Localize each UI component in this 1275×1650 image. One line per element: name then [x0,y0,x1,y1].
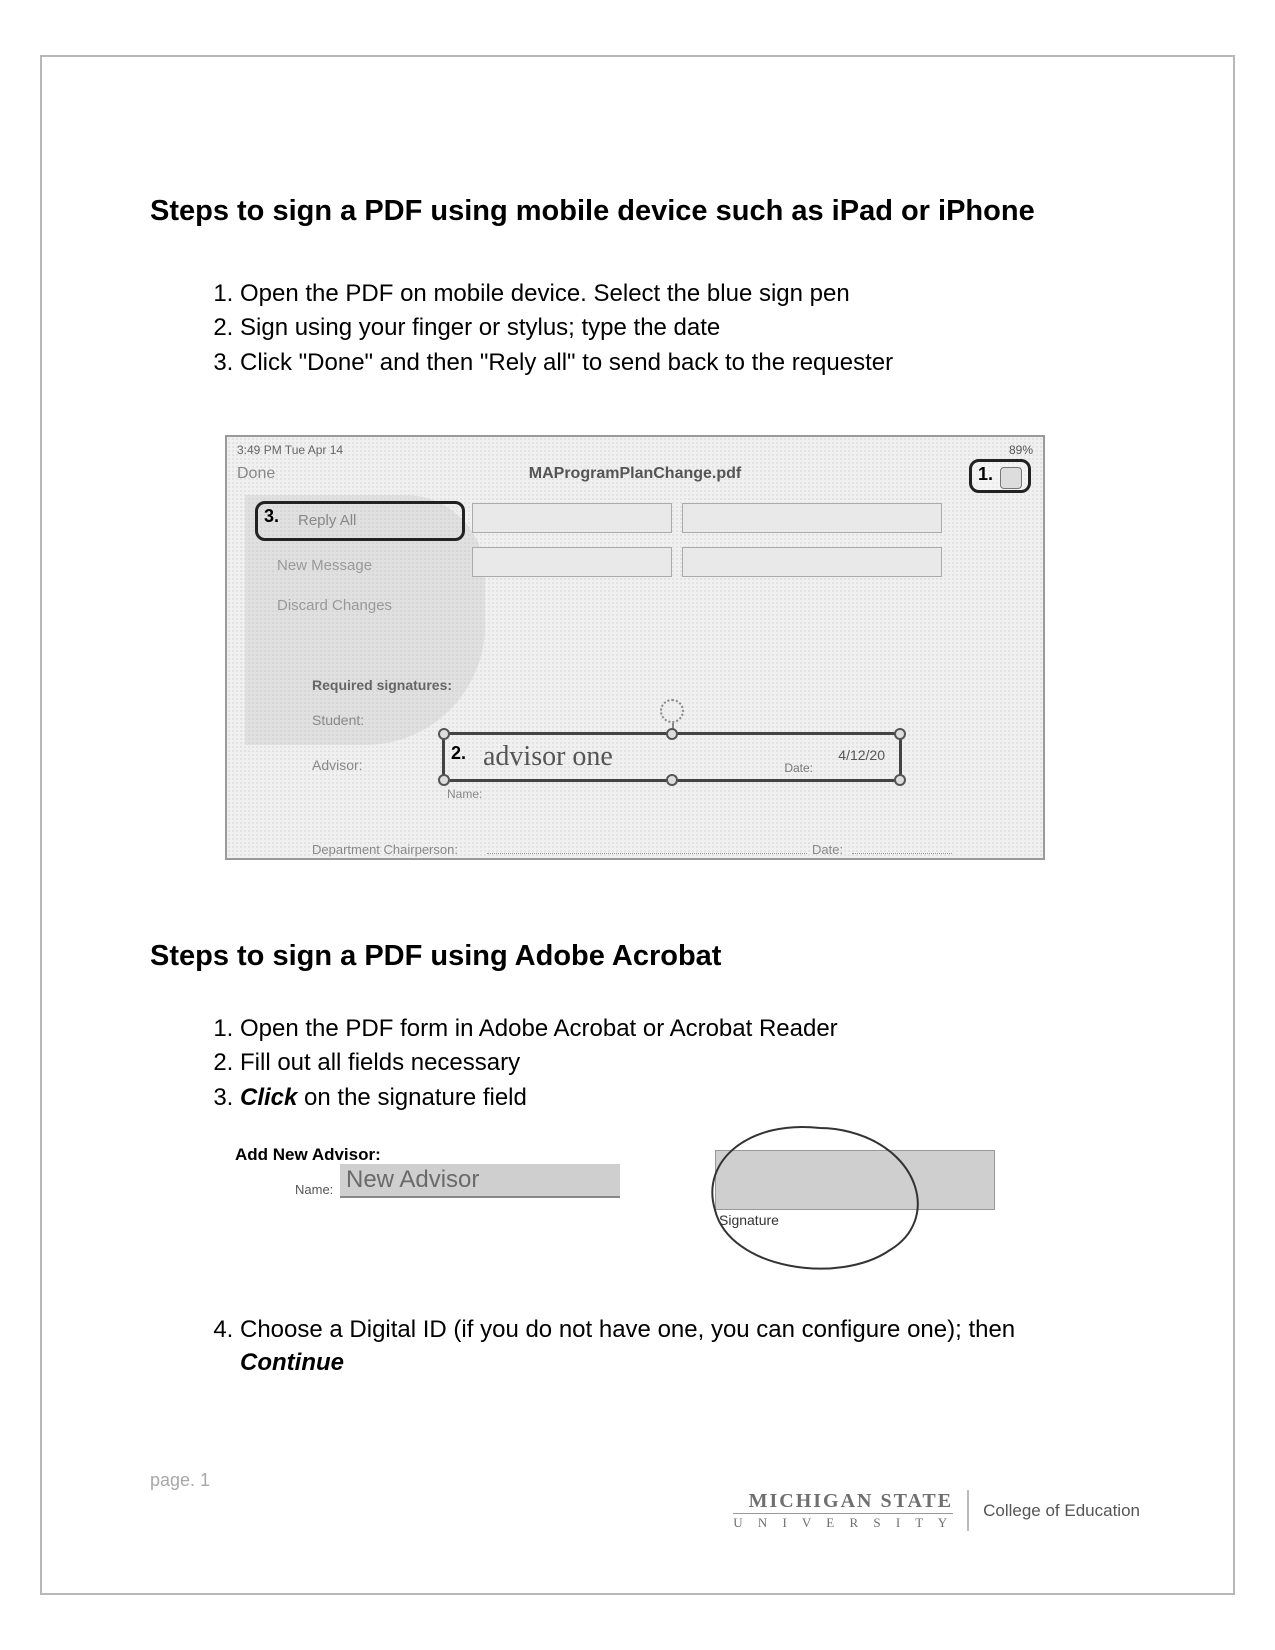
form-field[interactable] [472,547,672,577]
step-2: Sign using your finger or stylus; type t… [240,312,1150,344]
date-value: 4/12/20 [838,747,885,763]
name-label: Name: [447,787,482,801]
heading-acrobat: Steps to sign a PDF using Adobe Acrobat [150,940,1150,973]
discard-changes-button[interactable]: Discard Changes [277,597,392,614]
document-title: MAProgramPlanChange.pdf [227,465,1043,483]
signature-text: advisor one [483,741,613,773]
dept-date-label: Date: [812,842,843,857]
name-label: Name: [295,1182,333,1197]
screenshot-acrobat: Add New Advisor: Name: New Advisor Signa… [235,1120,995,1290]
status-time: 3:49 PM Tue Apr 14 [237,443,343,457]
reply-all-button[interactable]: Reply All [298,512,356,529]
form-field[interactable] [682,547,942,577]
step-a1: Open the PDF form in Adobe Acrobat or Ac… [240,1013,1150,1045]
status-battery: 89% [1009,443,1033,457]
steps-acrobat-cont: Choose a Digital ID (if you do not have … [150,1314,1150,1379]
add-advisor-label: Add New Advisor: [235,1145,381,1165]
form-field[interactable] [682,503,942,533]
college-name: College of Education [983,1501,1140,1521]
date-label: Date: [784,761,813,775]
callout-1: 1. [969,459,1031,493]
screenshot-mobile: 3:49 PM Tue Apr 14 89% Done MAProgramPla… [225,435,1045,860]
new-message-button[interactable]: New Message [277,557,372,574]
section-mobile: Steps to sign a PDF using mobile device … [150,195,1150,381]
brand-block: MICHIGAN STATE U N I V E R S I T Y Colle… [733,1490,1140,1531]
page-footer: page. 1 MICHIGAN STATE U N I V E R S I T… [150,1470,1150,1491]
step-a3: Click on the signature field [240,1082,1150,1114]
steps-acrobat: Open the PDF form in Adobe Acrobat or Ac… [150,1013,1150,1114]
annotation-circle [690,1120,940,1280]
callout-3: 3. Reply All [255,501,465,541]
rotate-handle-icon[interactable] [660,699,684,723]
step-a2: Fill out all fields necessary [240,1047,1150,1079]
name-input[interactable]: New Advisor [340,1164,620,1198]
callout-2: 2. [451,743,466,764]
heading-mobile: Steps to sign a PDF using mobile device … [150,195,1150,228]
step-1: Open the PDF on mobile device. Select th… [240,278,1150,310]
page-number: page. 1 [150,1470,1150,1491]
sign-pen-icon[interactable] [1000,467,1022,489]
signature-field[interactable]: 2. advisor one Date: 4/12/20 [442,732,902,782]
step-3: Click "Done" and then "Rely all" to send… [240,347,1150,379]
steps-mobile: Open the PDF on mobile device. Select th… [150,278,1150,379]
step-a4: Choose a Digital ID (if you do not have … [240,1314,1150,1379]
advisor-label: Advisor: [312,757,363,773]
required-signatures-label: Required signatures: [312,677,452,693]
form-field[interactable] [472,503,672,533]
student-label: Student: [312,712,364,728]
msu-logo: MICHIGAN STATE U N I V E R S I T Y [733,1490,969,1531]
dept-chair-label: Department Chairperson: [312,842,458,857]
